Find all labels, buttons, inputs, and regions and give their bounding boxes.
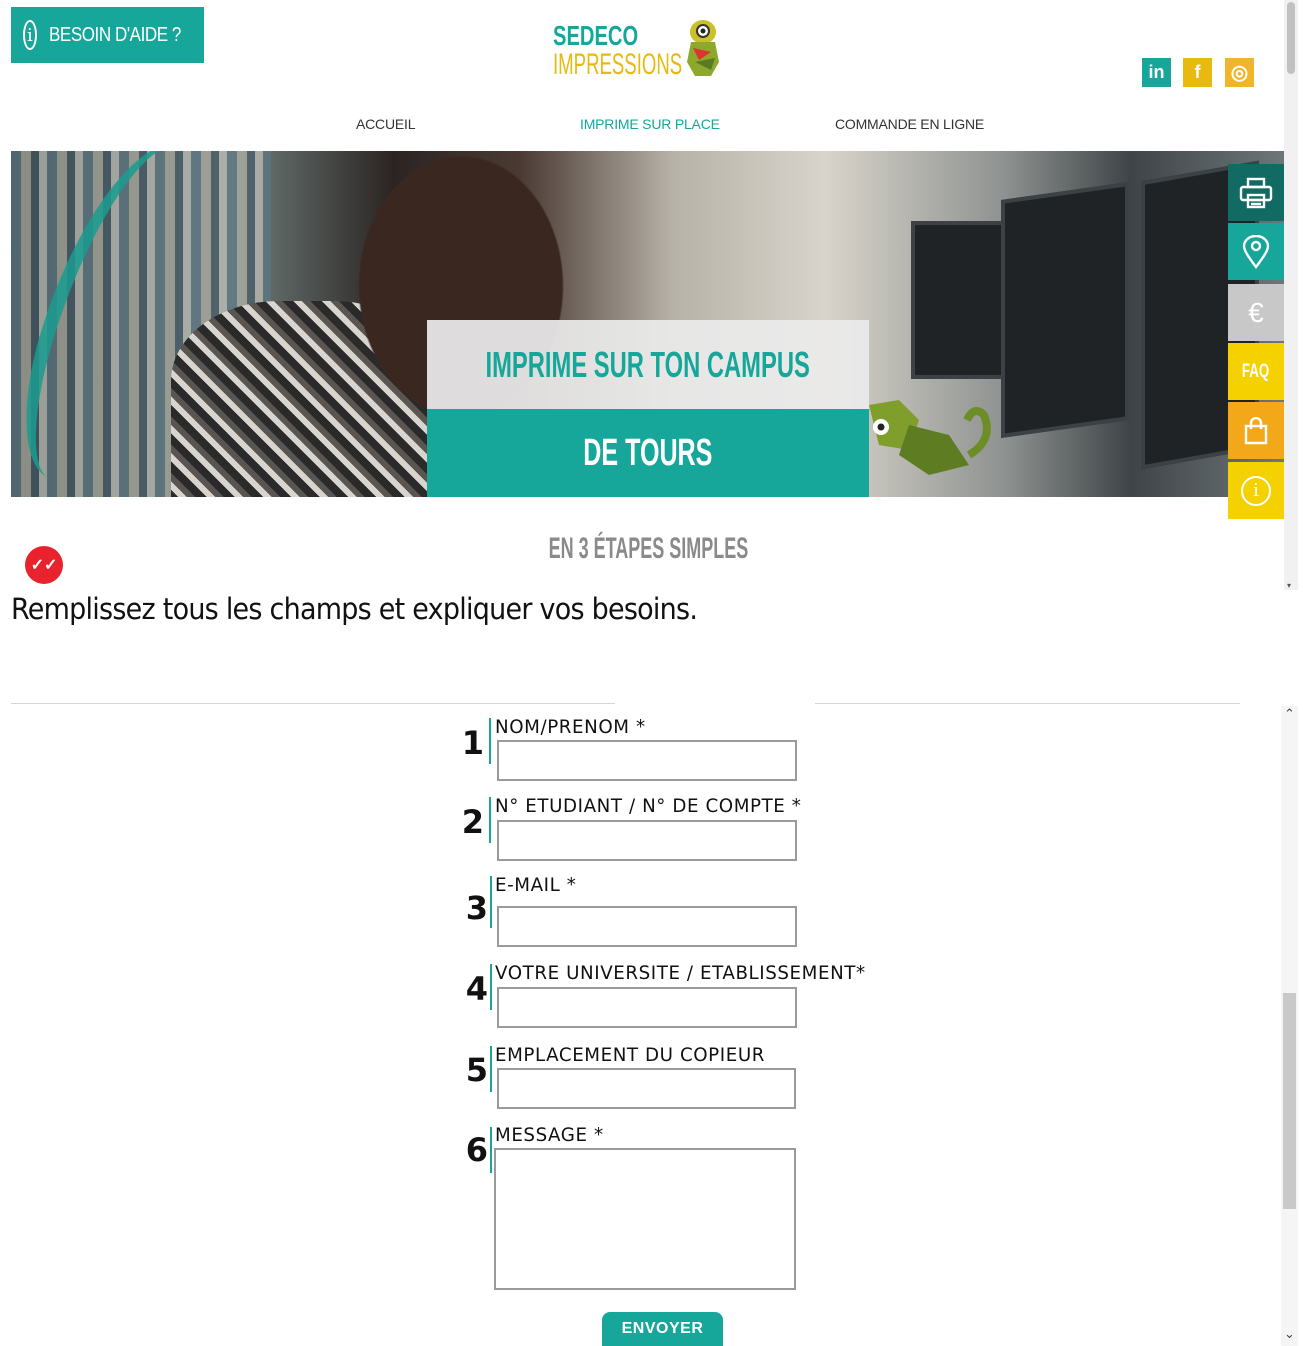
universite-input[interactable] [497,987,797,1028]
info-icon: i [23,20,37,50]
facebook-icon[interactable]: f [1183,58,1212,87]
chameleon-icon [869,400,991,475]
nom-prenom-input[interactable] [497,740,797,781]
scrollbar-thumb[interactable] [1287,2,1295,74]
scroll-down-arrow-icon[interactable]: ▾ [1287,581,1291,590]
sidebar-faq[interactable]: FAQ [1228,343,1284,400]
form-scrollbar[interactable]: ⌃ ⌄ [1281,706,1298,1346]
faq-icon: FAQ [1242,360,1270,382]
scroll-up-arrow-icon[interactable]: ⌃ [1281,706,1298,726]
field-label-nom-prenom: NOM/PRENOM * [495,716,646,738]
field-accent-bar [490,876,492,928]
hero-title-line2: DE TOURS [583,431,713,474]
nav-item-imprime-sur-place[interactable]: IMPRIME SUR PLACE [580,116,720,132]
nav-item-accueil[interactable]: ACCUEIL [356,116,415,132]
nav-item-commande-en-ligne[interactable]: COMMANDE EN LIGNE [835,116,984,132]
envoyer-button[interactable]: ENVOYER [602,1312,723,1346]
field-accent-bar [489,718,491,764]
steps-title: EN 3 ÉTAPES SIMPLES [0,532,1296,566]
logo-line2: IMPRESSIONS [553,48,683,81]
field-label-message: MESSAGE * [495,1124,604,1146]
shopping-bag-icon [1244,416,1268,444]
field-label-numero-etudiant: N° ETUDIANT / N° DE COMPTE * [495,795,802,817]
logo[interactable]: SEDECO IMPRESSIONS [553,18,733,84]
email-input[interactable] [497,906,797,947]
sidebar-euro[interactable]: € [1228,284,1284,341]
sidebar-printer[interactable] [1228,164,1284,221]
emplacement-copieur-input[interactable] [497,1068,796,1109]
step-number: 1 [461,724,484,762]
instructions-text: Remplissez tous les champs et expliquer … [11,592,698,626]
printer-icon [1239,177,1273,208]
field-accent-bar [490,1127,492,1173]
instagram-icon[interactable]: ◎ [1225,58,1254,87]
scrollbar-thumb[interactable] [1283,993,1296,1209]
numero-etudiant-input[interactable] [497,820,797,861]
help-label: BESOIN D'AIDE ? [48,23,181,46]
field-accent-bar [490,1046,492,1092]
step-number: 5 [465,1051,488,1089]
field-accent-bar [490,964,492,1010]
step-number: 3 [465,889,488,927]
step-number: 2 [461,803,484,841]
help-button[interactable]: i BESOIN D'AIDE ? [11,7,204,63]
steps-title-text: EN 3 ÉTAPES SIMPLES [548,532,748,565]
page-scrollbar[interactable]: ▾ [1284,0,1298,590]
hero-subtitle-box: DE TOURS [427,409,869,497]
linkedin-icon[interactable]: in [1142,58,1171,87]
info-icon: i [1241,475,1271,506]
euro-icon: € [1248,296,1264,328]
field-label-emplacement: EMPLACEMENT DU COPIEUR [495,1044,765,1066]
chameleon-mascot-icon [687,20,719,76]
hero-monitor [911,221,1009,379]
hero-title-box: IMPRIME SUR TON CAMPUS [427,320,869,409]
form-divider [11,703,615,704]
message-textarea[interactable] [494,1148,796,1290]
sidebar-info[interactable]: i [1228,462,1284,519]
step-number: 4 [465,970,488,1008]
form-divider [815,703,1240,704]
scroll-down-arrow-icon[interactable]: ⌄ [1281,1326,1298,1346]
step-number: 6 [465,1131,488,1169]
location-pin-icon [1242,234,1270,269]
facebook-glyph: f [1194,62,1201,82]
linkedin-glyph: in [1148,62,1165,82]
sidebar-shop[interactable] [1228,402,1284,459]
hero-title-line1: IMPRIME SUR TON CAMPUS [485,343,811,385]
field-accent-bar [489,797,491,843]
hero-monitor [1001,182,1129,438]
field-label-universite: VOTRE UNIVERSITE / ETABLISSEMENT* [495,962,866,984]
field-label-email: E-MAIL * [495,874,577,896]
instagram-glyph: ◎ [1230,62,1249,84]
sidebar-location[interactable] [1228,223,1284,280]
